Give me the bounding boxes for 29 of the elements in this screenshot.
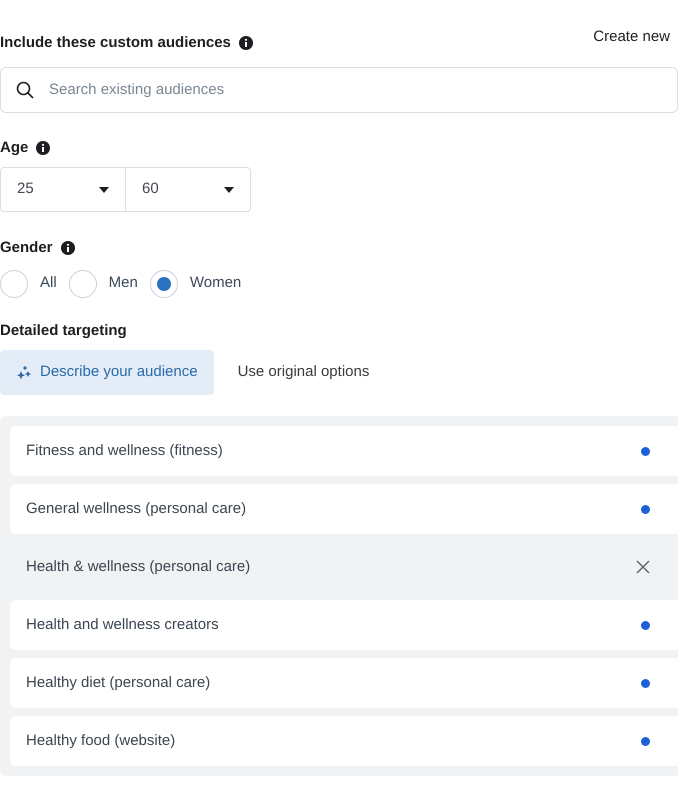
targeting-item[interactable]: Healthy food (website): [10, 716, 678, 766]
create-new-link[interactable]: Create new: [593, 26, 670, 48]
caret-icon: [224, 186, 234, 192]
close-icon[interactable]: [636, 560, 650, 574]
section-label: Gender: [0, 238, 53, 258]
info-icon: [36, 140, 50, 155]
radio-button[interactable]: [0, 270, 28, 298]
info-icon: [238, 36, 253, 50]
age-max-dropdown[interactable]: 60: [126, 168, 250, 211]
targeting-item[interactable]: Fitness and wellness (fitness): [10, 426, 678, 476]
search-icon: [16, 80, 34, 98]
search-field[interactable]: Search existing audiences: [0, 66, 678, 112]
radio-label: Women: [190, 273, 242, 294]
targeting-item[interactable]: Healthy diet (personal care): [10, 658, 678, 708]
radio-button[interactable]: [68, 270, 97, 298]
radio-button[interactable]: [150, 270, 178, 298]
section-label: Include these custom audiences: [0, 33, 231, 53]
targeting-item[interactable]: Health and wellness creators: [10, 600, 678, 650]
caret-icon: [99, 186, 109, 192]
age-min-dropdown[interactable]: 25: [1, 168, 126, 211]
targeting-tab[interactable]: Use original options: [222, 350, 386, 395]
section-label: Detailed targeting: [0, 320, 128, 340]
radio-label: Men: [108, 273, 138, 294]
section-label: Age: [0, 138, 28, 158]
radio-label: All: [40, 273, 57, 294]
info-icon: [60, 241, 75, 256]
sparkle-icon: [16, 364, 32, 380]
targeting-tab[interactable]: Describe your audience: [0, 350, 214, 395]
targeting-item[interactable]: General wellness (personal care): [10, 484, 678, 534]
